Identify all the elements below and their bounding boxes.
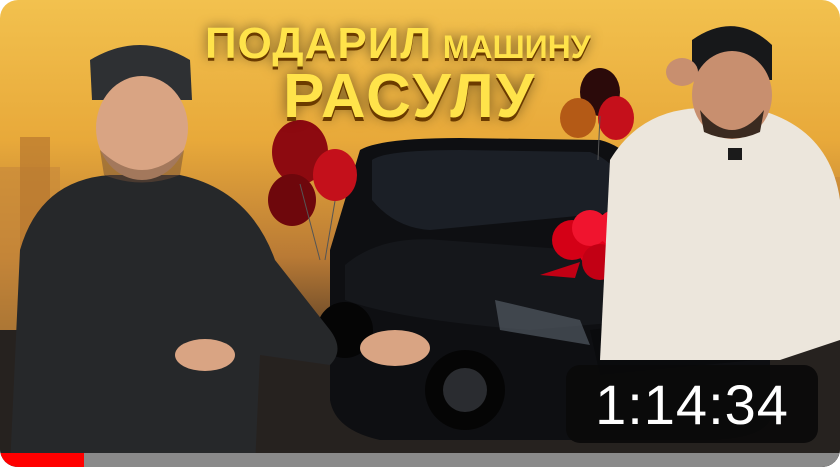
- headline-word-small: МАШИНУ: [442, 29, 591, 65]
- thumbnail-headline-line1: ПОДАРИЛ МАШИНУ: [205, 22, 591, 66]
- video-duration-badge: 1:14:34: [566, 365, 818, 443]
- thumbnail-headline-line2: РАСУЛУ: [283, 62, 537, 131]
- video-thumbnail[interactable]: ПОДАРИЛ МАШИНУ РАСУЛУ 1:14:34: [0, 0, 840, 467]
- person-right-image: [600, 26, 840, 360]
- watch-progress-fill: [0, 453, 84, 467]
- headline-word-big: ПОДАРИЛ: [205, 19, 433, 68]
- watch-progress-bar: [0, 453, 840, 467]
